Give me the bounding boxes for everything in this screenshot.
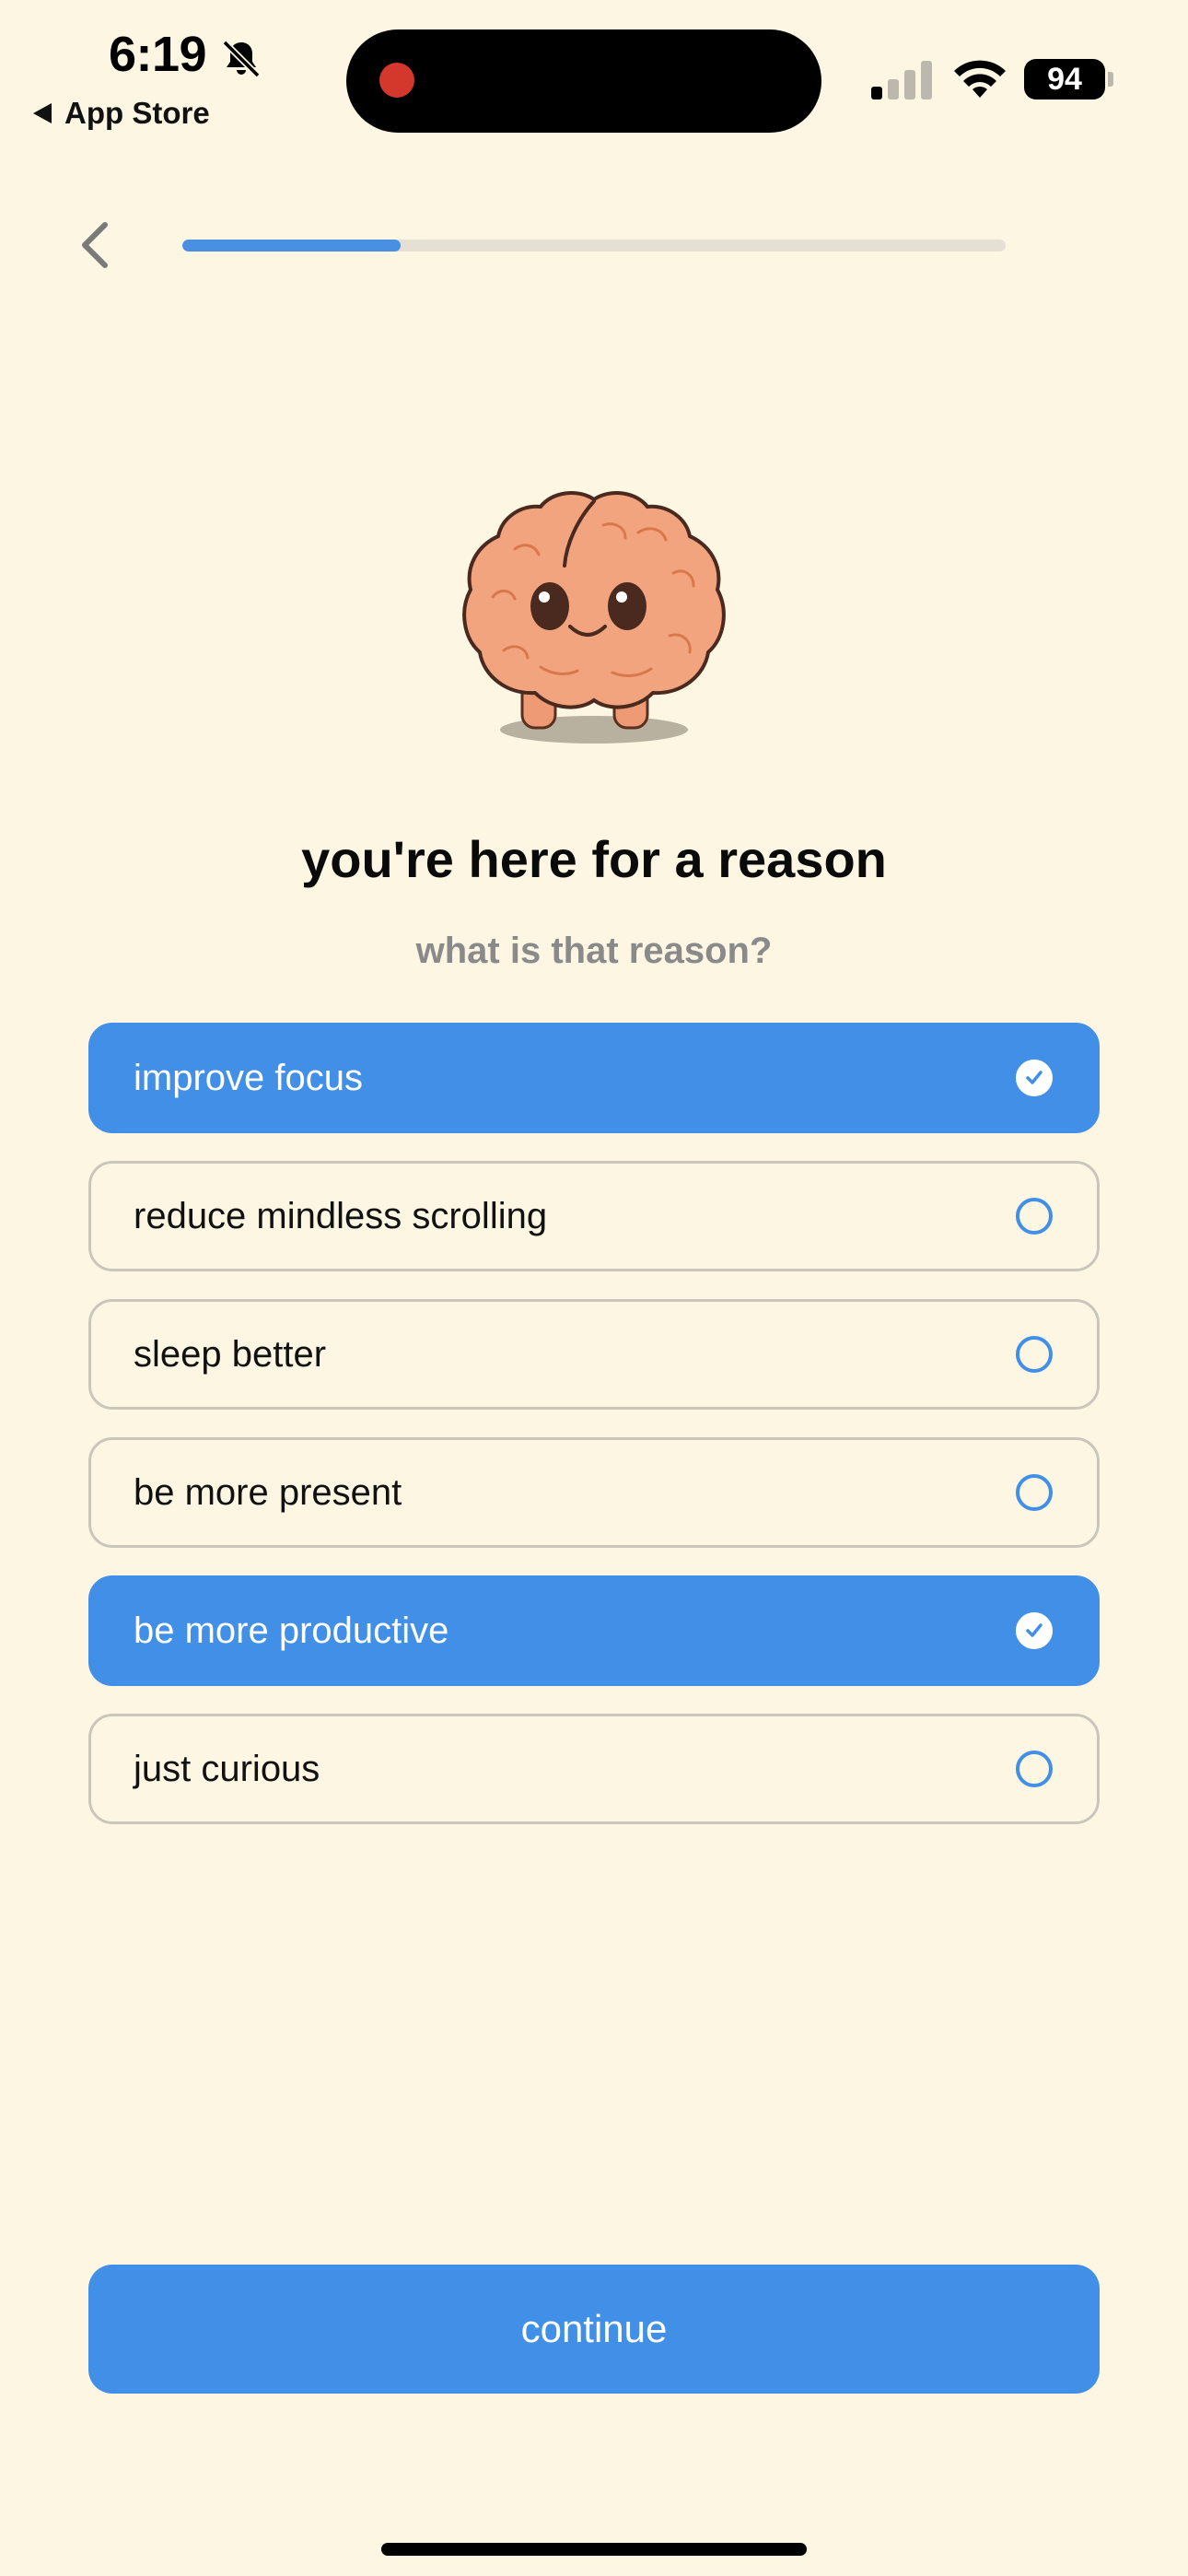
bell-slash-icon	[222, 40, 261, 78]
option-reduce-mindless-scrolling[interactable]: reduce mindless scrolling	[88, 1161, 1100, 1271]
status-time: 6:19	[109, 27, 207, 82]
cellular-signal-icon	[871, 61, 932, 100]
option-sleep-better[interactable]: sleep better	[88, 1299, 1100, 1410]
checkbox-icon	[1016, 1474, 1053, 1511]
back-app-label: App Store	[64, 96, 210, 130]
option-label: just curious	[134, 1748, 320, 1789]
option-be-more-present[interactable]: be more present	[88, 1437, 1100, 1548]
checkbox-icon	[1016, 1751, 1053, 1787]
question-title: you're here for a reason	[301, 830, 887, 888]
onboarding-progress-bar	[182, 240, 1006, 252]
option-label: be more present	[134, 1471, 402, 1513]
option-label: be more productive	[134, 1610, 449, 1651]
wifi-icon	[954, 60, 1006, 98]
option-be-more-productive[interactable]: be more productive	[88, 1575, 1100, 1686]
checkbox-icon	[1016, 1060, 1053, 1096]
checkbox-icon	[1016, 1198, 1053, 1235]
option-just-curious[interactable]: just curious	[88, 1714, 1100, 1824]
option-label: reduce mindless scrolling	[134, 1195, 548, 1236]
home-indicator[interactable]	[381, 2543, 807, 2556]
checkmark-icon	[1026, 1623, 1042, 1637]
dynamic-island	[346, 29, 821, 133]
battery-level: 94	[1024, 59, 1105, 100]
option-label: sleep better	[134, 1333, 327, 1375]
continue-button[interactable]: continue	[88, 2265, 1100, 2394]
checkmark-icon	[1026, 1071, 1042, 1084]
progress-fill	[182, 240, 401, 252]
back-chevron-icon[interactable]	[72, 217, 120, 273]
back-triangle-icon	[33, 103, 52, 123]
checkbox-icon	[1016, 1336, 1053, 1373]
battery-tip	[1108, 72, 1113, 87]
recording-indicator	[379, 63, 414, 98]
reason-options-list: improve focus reduce mindless scrolling …	[88, 1023, 1100, 1852]
back-to-app-store[interactable]: App Store	[33, 96, 210, 131]
checkbox-icon	[1016, 1612, 1053, 1649]
question-subtitle: what is that reason?	[415, 931, 773, 971]
brain-mascot-icon	[462, 491, 726, 744]
option-improve-focus[interactable]: improve focus	[88, 1023, 1100, 1133]
option-label: improve focus	[134, 1057, 363, 1098]
